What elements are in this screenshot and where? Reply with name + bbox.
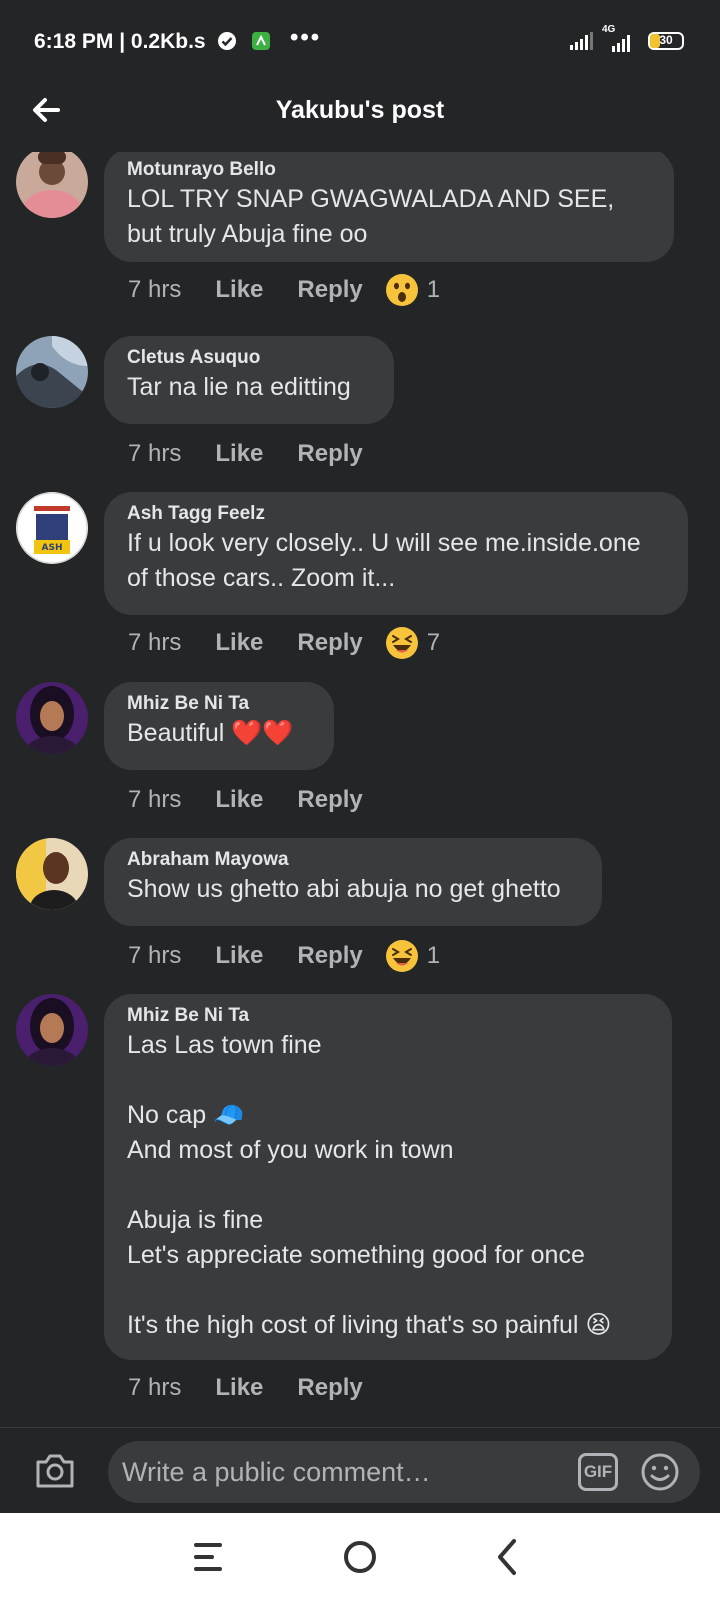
comment-author[interactable]: Mhiz Be Ni Ta [127, 1004, 649, 1028]
comment-actions: 7 hrs Like Reply [128, 1370, 385, 1406]
signal-4g-icon: 4G [602, 24, 636, 52]
comment-text: Show us ghetto abi abuja no get ghetto [127, 875, 561, 903]
signal-icon [570, 32, 593, 50]
comment-actions: 7 hrs Like Reply [128, 782, 385, 818]
comment-time[interactable]: 7 hrs [128, 1374, 181, 1402]
comment-text: Las Las town fine No cap 🧢 And most of y… [127, 1031, 612, 1339]
smile-icon[interactable] [640, 1452, 680, 1492]
gif-label: GIF [583, 1462, 613, 1481]
avatar[interactable] [16, 994, 88, 1066]
reaction-count: 7 [426, 629, 441, 656]
home-icon[interactable] [335, 1535, 385, 1579]
comment-bubble[interactable]: Ash Tagg Feelz If u look very closely.. … [104, 492, 688, 615]
comment-time[interactable]: 7 hrs [128, 440, 181, 468]
status-time-text: 6:18 PM | 0.2Kb.s [34, 30, 206, 53]
comment-text: LOL TRY SNAP GWAGWALADA AND SEE, but tru… [127, 185, 622, 248]
avatar[interactable]: ASH [16, 492, 88, 564]
like-button[interactable]: Like [215, 440, 263, 468]
like-button[interactable]: Like [215, 942, 263, 970]
status-icons: 4G 30 [570, 24, 684, 52]
reaction-count: 1 [426, 942, 441, 969]
comment-bubble[interactable]: Mhiz Be Ni Ta Las Las town fine No cap 🧢… [104, 994, 672, 1360]
verified-check-icon [218, 32, 237, 50]
reply-button[interactable]: Reply [297, 942, 362, 970]
reply-button[interactable]: Reply [297, 440, 362, 468]
like-button[interactable]: Like [215, 629, 263, 657]
comment-author[interactable]: Motunrayo Bello [127, 158, 651, 182]
comment-author[interactable]: Abraham Mayowa [127, 848, 579, 872]
gif-icon[interactable]: GIF [578, 1453, 618, 1491]
reaction-summary[interactable]: 7 [385, 626, 440, 660]
recents-icon[interactable] [186, 1535, 236, 1579]
comment-author[interactable]: Cletus Asuquo [127, 346, 371, 370]
comment-text: Tar na lie na editting [127, 373, 351, 401]
comment-time[interactable]: 7 hrs [128, 942, 181, 970]
battery-level: 30 [659, 33, 673, 47]
wow-emoji-icon [385, 274, 418, 306]
avatar[interactable] [16, 336, 88, 408]
comment-bubble[interactable]: Cletus Asuquo Tar na lie na editting [104, 336, 394, 424]
reaction-summary[interactable]: 1 [385, 273, 440, 307]
comment-bubble[interactable]: Motunrayo Bello LOL TRY SNAP GWAGWALADA … [104, 152, 674, 262]
comment-actions: 7 hrs Like Reply 1 [128, 272, 440, 308]
comment-actions: 7 hrs Like Reply 7 [128, 625, 440, 661]
comment-bubble[interactable]: Abraham Mayowa Show us ghetto abi abuja … [104, 838, 602, 926]
status-more-dots: ••• [290, 24, 322, 51]
reaction-summary[interactable]: 1 [385, 939, 440, 973]
reaction-count: 1 [426, 276, 441, 303]
like-button[interactable]: Like [215, 786, 263, 814]
comment-actions: 7 hrs Like Reply [128, 436, 385, 472]
battery-icon: 30 [648, 32, 684, 50]
avatar[interactable] [16, 838, 88, 910]
avatar[interactable] [16, 682, 88, 754]
status-bar: 6:18 PM | 0.2Kb.s ••• 4G 30 [0, 0, 720, 86]
comment-text: Beautiful ❤️❤️ [127, 719, 294, 747]
reply-button[interactable]: Reply [297, 276, 362, 304]
comment-time[interactable]: 7 hrs [128, 276, 181, 304]
like-button[interactable]: Like [215, 276, 263, 304]
page-title: Yakubu's post [275, 96, 445, 124]
comment-text: If u look very closely.. U will see me.i… [127, 529, 648, 592]
status-time: 6:18 PM | 0.2Kb.s [34, 30, 271, 54]
comment-time[interactable]: 7 hrs [128, 786, 181, 814]
laughing-emoji-icon [385, 627, 418, 659]
reply-button[interactable]: Reply [297, 629, 362, 657]
system-nav-bar [0, 1513, 720, 1600]
comment-composer: GIF [0, 1427, 720, 1514]
camera-icon[interactable] [34, 1450, 76, 1490]
comments-list[interactable]: Motunrayo Bello LOL TRY SNAP GWAGWALADA … [0, 152, 720, 1427]
app-notification-icon [252, 32, 271, 50]
comment-actions: 7 hrs Like Reply 1 [128, 938, 440, 974]
header-bar: Yakubu's post [0, 86, 720, 152]
reply-button[interactable]: Reply [297, 1374, 362, 1402]
svg-text:ASH: ASH [42, 543, 63, 553]
like-button[interactable]: Like [215, 1374, 263, 1402]
back-icon[interactable] [484, 1535, 534, 1579]
comment-time[interactable]: 7 hrs [128, 629, 181, 657]
comment-author[interactable]: Mhiz Be Ni Ta [127, 692, 311, 716]
laughing-emoji-icon [385, 940, 418, 972]
reply-button[interactable]: Reply [297, 786, 362, 814]
comment-bubble[interactable]: Mhiz Be Ni Ta Beautiful ❤️❤️ [104, 682, 334, 770]
avatar[interactable] [16, 152, 88, 218]
comment-author[interactable]: Ash Tagg Feelz [127, 502, 665, 526]
